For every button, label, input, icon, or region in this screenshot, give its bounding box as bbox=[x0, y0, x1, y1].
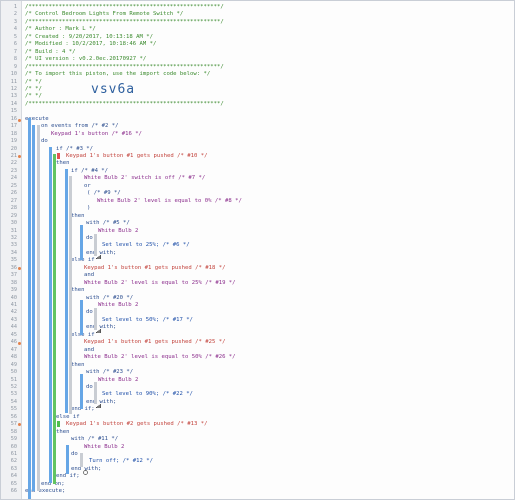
code-line[interactable]: White Bulb 2 bbox=[84, 444, 510, 452]
code-line[interactable]: then bbox=[71, 287, 510, 295]
subscription-dot-icon bbox=[18, 267, 21, 270]
code-line[interactable]: ) bbox=[87, 205, 510, 213]
code-line[interactable]: /* Modified : 10/2/2017, 10:18:46 AM */ bbox=[25, 41, 510, 49]
code-line[interactable]: with /* #5 */ bbox=[86, 220, 510, 228]
code-line[interactable]: with /* #23 */ bbox=[86, 369, 510, 377]
code-line[interactable]: White Bulb 2 bbox=[98, 228, 510, 236]
code-line[interactable]: if /* #4 */ bbox=[71, 168, 510, 176]
subscription-dot-icon bbox=[18, 423, 21, 426]
code-line[interactable]: White Bulb 2' switch is off /* #7 */ bbox=[84, 175, 510, 183]
code-line[interactable]: White Bulb 2' level is equal to 0% /* #8… bbox=[97, 198, 510, 206]
code-line[interactable]: Keypad 1's button #1 gets pushed /* #18 … bbox=[84, 265, 510, 273]
code-line[interactable]: do bbox=[71, 451, 510, 459]
code-line[interactable]: execute bbox=[25, 116, 510, 124]
code-line[interactable]: then bbox=[56, 160, 510, 168]
code-line[interactable]: Set level to 50%; /* #17 */ bbox=[102, 317, 510, 325]
code-line[interactable]: Keypad 1's button /* #16 */ bbox=[51, 131, 510, 139]
block-guide-bar bbox=[66, 445, 69, 474]
code-line[interactable]: end if; bbox=[71, 406, 510, 414]
block-guide-bar bbox=[69, 176, 72, 414]
code-line[interactable]: end with; bbox=[86, 324, 510, 332]
code-line[interactable]: /* UI version : v0.2.0ec.20170927 */ bbox=[25, 56, 510, 64]
code-line[interactable]: end with; bbox=[86, 250, 510, 258]
subscription-dot-icon bbox=[18, 155, 21, 158]
code-line[interactable]: end execute; bbox=[25, 488, 510, 496]
code-line[interactable]: White Bulb 2 bbox=[98, 302, 510, 310]
code-line[interactable]: ( /* #9 */ bbox=[87, 190, 510, 198]
code-line[interactable]: White Bulb 2' level is equal to 50% /* #… bbox=[84, 354, 510, 362]
code-line[interactable]: /***************************************… bbox=[25, 4, 510, 12]
code-line[interactable]: else if bbox=[71, 257, 510, 265]
code-line[interactable]: /* Author : Mark L */ bbox=[25, 26, 510, 34]
block-guide-bar bbox=[49, 147, 52, 483]
trigger-marker-icon bbox=[57, 153, 60, 159]
code-line[interactable]: end with; bbox=[86, 399, 510, 407]
code-line[interactable]: then bbox=[56, 429, 510, 437]
signal-level-icon bbox=[96, 318, 101, 337]
code-line[interactable]: do bbox=[86, 309, 510, 317]
code-line[interactable]: /***************************************… bbox=[25, 64, 510, 72]
code-line[interactable]: Keypad 1's button #2 gets pushed /* #13 … bbox=[66, 421, 510, 429]
signal-level-icon bbox=[96, 244, 101, 263]
code-line[interactable]: end with; bbox=[71, 466, 510, 474]
code-line[interactable]: end if; bbox=[56, 473, 510, 481]
import-code: vsv6a bbox=[91, 82, 136, 97]
code-line[interactable]: /***************************************… bbox=[25, 101, 510, 109]
code-line[interactable]: /***************************************… bbox=[25, 19, 510, 27]
code-line[interactable]: if /* #3 */ bbox=[56, 146, 510, 154]
code-line[interactable]: Set level to 90%; /* #22 */ bbox=[102, 391, 510, 399]
block-guide-bar bbox=[65, 169, 68, 413]
subscription-dot-icon bbox=[18, 119, 21, 122]
code-line[interactable]: on events from /* #2 */ bbox=[41, 123, 510, 131]
block-guide-bar bbox=[80, 300, 83, 335]
block-guide-bar bbox=[80, 374, 83, 409]
code-line[interactable]: /* To import this piston, use the import… bbox=[25, 71, 510, 79]
code-line[interactable] bbox=[25, 108, 510, 116]
subscription-dot-icon bbox=[18, 342, 21, 345]
code-line[interactable]: /* Build : 4 */ bbox=[25, 49, 510, 57]
code-line[interactable]: and bbox=[84, 272, 510, 280]
code-line[interactable]: do bbox=[41, 138, 510, 146]
code-line[interactable]: then bbox=[71, 362, 510, 370]
trigger-marker-icon bbox=[57, 421, 60, 427]
signal-level-icon bbox=[96, 393, 101, 412]
block-guide-bar bbox=[32, 125, 35, 491]
code-line[interactable]: Keypad 1's button #1 gets pushed /* #10 … bbox=[66, 153, 510, 161]
code-line[interactable]: or bbox=[84, 183, 510, 191]
block-guide-bar bbox=[53, 154, 56, 484]
code-line[interactable]: White Bulb 2 bbox=[98, 377, 510, 385]
code-line[interactable]: /* Created : 9/20/2017, 10:13:18 AM */ bbox=[25, 34, 510, 42]
code-line[interactable]: else if bbox=[56, 414, 510, 422]
block-guide-bar bbox=[37, 125, 40, 491]
code-line[interactable]: Turn off; /* #12 */ bbox=[89, 458, 510, 466]
code-area: /***************************************… bbox=[1, 1, 514, 499]
code-line[interactable]: and bbox=[84, 347, 510, 355]
piston-code-viewer: 1 2 3 4 5 6 7 8 9 10 11 12 13 14 15 16 17 18 19 20 21 22 23 24 2… bbox=[0, 0, 515, 500]
code-line[interactable]: with /* #11 */ bbox=[71, 436, 510, 444]
code-line[interactable]: Keypad 1's button #1 gets pushed /* #25 … bbox=[84, 339, 510, 347]
block-guide-bar bbox=[80, 225, 83, 260]
code-line[interactable]: else if bbox=[71, 332, 510, 340]
block-guide-bar bbox=[28, 118, 31, 499]
code-line[interactable]: /* Control Bedroom Lights From Remote Sw… bbox=[25, 11, 510, 19]
code-line[interactable]: with /* #20 */ bbox=[86, 295, 510, 303]
code-line[interactable]: then bbox=[71, 213, 510, 221]
code-line[interactable]: do bbox=[86, 384, 510, 392]
power-icon bbox=[83, 460, 88, 479]
code-line[interactable]: Set level to 25%; /* #6 */ bbox=[102, 242, 510, 250]
code-line[interactable]: White Bulb 2' level is equal to 25% /* #… bbox=[84, 280, 510, 288]
code-line[interactable]: do bbox=[86, 235, 510, 243]
code-line[interactable]: end on; bbox=[41, 481, 510, 489]
